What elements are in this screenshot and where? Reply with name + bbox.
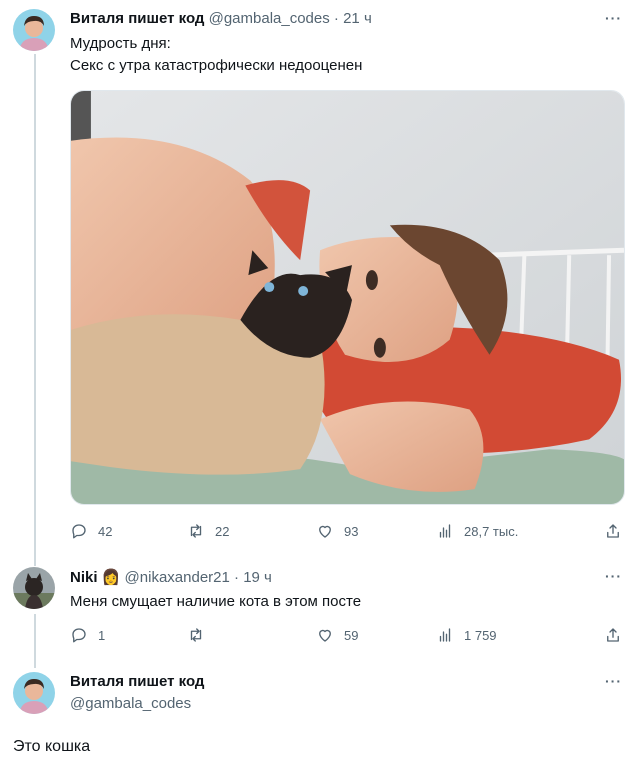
tweet-actions: 42 22 93 28,7 тыс. bbox=[70, 521, 622, 541]
answer-author-name[interactable]: Виталя пишет код bbox=[70, 673, 204, 690]
like-button[interactable]: 59 bbox=[316, 626, 436, 644]
reply-author-avatar[interactable] bbox=[13, 567, 55, 609]
tweet-photo[interactable] bbox=[70, 90, 625, 505]
reply-time[interactable]: 19 ч bbox=[243, 569, 272, 586]
thread-line bbox=[34, 54, 36, 566]
like-icon bbox=[319, 629, 331, 642]
answer-handle-row: @gambala_codes bbox=[70, 695, 191, 712]
like-button[interactable]: 93 bbox=[316, 522, 436, 540]
reply-text: Меня смущает наличие кота в этом посте bbox=[70, 593, 362, 610]
tweet-header: Виталя пишет код @gambala_codes · 21 ч bbox=[70, 10, 372, 27]
answer-header: Виталя пишет код bbox=[70, 673, 204, 690]
tweet-time[interactable]: 21 ч bbox=[343, 10, 372, 27]
retweet-icon bbox=[190, 524, 202, 538]
answer-author-avatar[interactable] bbox=[13, 672, 55, 714]
views-button[interactable]: 28,7 тыс. bbox=[436, 522, 576, 540]
author-handle[interactable]: @gambala_codes bbox=[209, 10, 330, 27]
views-count: 28,7 тыс. bbox=[464, 523, 519, 539]
reply-count: 1 bbox=[98, 627, 106, 643]
answer-author-handle[interactable]: @gambala_codes bbox=[70, 695, 191, 712]
share-icon bbox=[607, 524, 619, 538]
share-button[interactable] bbox=[604, 522, 622, 540]
tweet-text-line: Мудрость дня: bbox=[70, 35, 171, 52]
share-button[interactable] bbox=[604, 626, 622, 644]
views-icon bbox=[439, 628, 451, 642]
separator-dot: · bbox=[333, 10, 339, 27]
reply-count: 42 bbox=[98, 523, 113, 539]
reply-icon bbox=[72, 628, 86, 643]
views-icon bbox=[439, 524, 451, 538]
views-button[interactable]: 1 759 bbox=[436, 626, 576, 644]
retweet-button[interactable] bbox=[187, 626, 316, 644]
reply-button[interactable]: 1 bbox=[70, 626, 187, 644]
reply-icon bbox=[72, 524, 86, 539]
reply-author-name[interactable]: Niki bbox=[70, 569, 98, 586]
reply-header: Niki 👩 @nikaxander21 · 19 ч bbox=[70, 568, 272, 586]
answer-text: Это кошка bbox=[13, 738, 91, 755]
retweet-icon bbox=[190, 628, 202, 642]
retweet-count: 22 bbox=[215, 523, 230, 539]
like-count: 59 bbox=[344, 627, 359, 643]
author-name[interactable]: Виталя пишет код bbox=[70, 10, 204, 27]
thread-line bbox=[34, 614, 36, 668]
share-icon bbox=[607, 628, 619, 642]
author-avatar[interactable] bbox=[13, 9, 55, 51]
like-icon bbox=[319, 525, 331, 538]
more-icon[interactable]: ··· bbox=[605, 10, 622, 26]
reply-author-handle[interactable]: @nikaxander21 bbox=[125, 569, 230, 586]
views-count: 1 759 bbox=[464, 627, 497, 643]
reply-actions: 1 59 1 759 bbox=[70, 625, 622, 645]
more-icon[interactable]: ··· bbox=[605, 673, 622, 689]
retweet-button[interactable]: 22 bbox=[187, 522, 316, 540]
author-emoji: 👩 bbox=[101, 569, 121, 586]
tweet-text-line: Секс с утра катастрофически недооценен bbox=[70, 57, 363, 74]
reply-button[interactable]: 42 bbox=[70, 522, 187, 540]
more-icon[interactable]: ··· bbox=[605, 568, 622, 584]
separator-dot: · bbox=[234, 569, 240, 586]
like-count: 93 bbox=[344, 523, 359, 539]
